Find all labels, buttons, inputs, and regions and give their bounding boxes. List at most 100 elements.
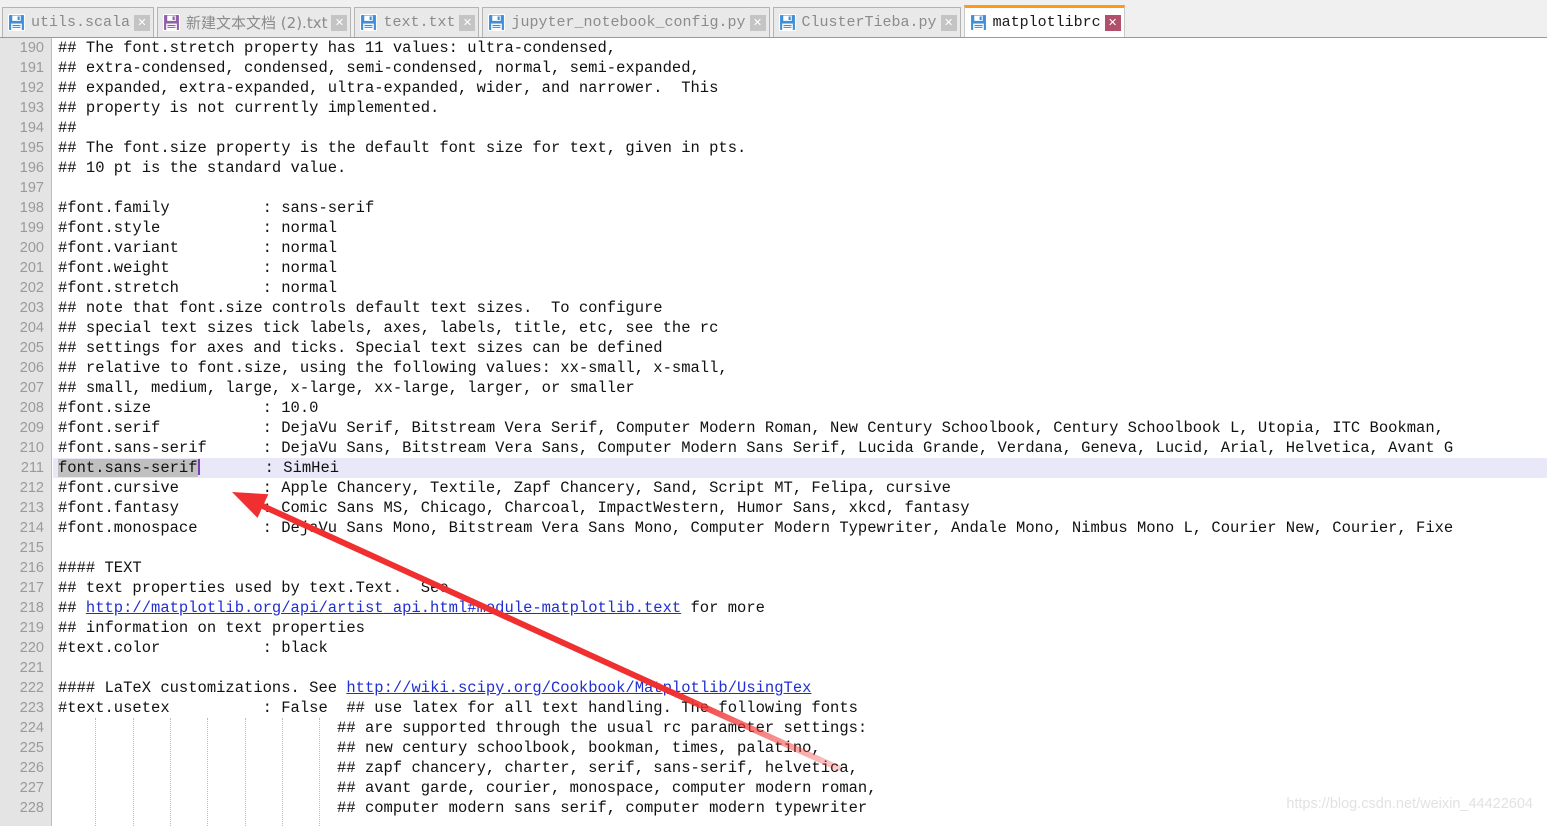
line-number: 224 xyxy=(19,720,44,736)
code-line[interactable]: 216 #### TEXT xyxy=(0,558,1547,578)
close-icon[interactable]: ✕ xyxy=(749,14,766,31)
code-line[interactable]: 208 #font.size : 10.0 xyxy=(0,398,1547,418)
line-text: ## note that font.size controls default … xyxy=(58,299,663,317)
close-icon[interactable]: ✕ xyxy=(459,14,476,31)
line-text: ## information on text properties xyxy=(58,619,365,637)
close-icon[interactable]: ✕ xyxy=(331,14,348,31)
line-text: #font.style : normal xyxy=(58,219,338,237)
line-number: 203 xyxy=(19,300,44,316)
line-number: 204 xyxy=(19,320,44,336)
line-text: #text.usetex : False ## use latex for al… xyxy=(58,699,858,717)
line-number: 195 xyxy=(19,140,44,156)
line-text: #text.color : black xyxy=(58,639,328,657)
floppy-disk-icon xyxy=(163,14,181,31)
code-line[interactable]: 227 ## avant garde, courier, monospace, … xyxy=(0,778,1547,798)
line-number: 226 xyxy=(19,760,44,776)
line-text: ## special text sizes tick labels, axes,… xyxy=(58,319,719,337)
line-number: 191 xyxy=(19,60,44,76)
floppy-disk-icon xyxy=(163,14,181,31)
close-icon[interactable]: ✕ xyxy=(940,14,957,31)
tab-clustertieba-py[interactable]: ClusterTieba.py ✕ xyxy=(772,7,961,37)
line-number: 221 xyxy=(19,660,44,676)
close-icon[interactable]: ✕ xyxy=(1104,14,1121,31)
code-line[interactable]: 215 xyxy=(0,538,1547,558)
code-line[interactable]: 194 ## xyxy=(0,118,1547,138)
code-line[interactable]: 192 ## expanded, extra-expanded, ultra-ex… xyxy=(0,78,1547,98)
line-number: 192 xyxy=(19,80,44,96)
tab-matplotlibrc[interactable]: matplotlibrc ✕ xyxy=(963,5,1125,37)
code-line[interactable]: 220 #text.color : black xyxy=(0,638,1547,658)
line-text: ## http://matplotlib.org/api/artist_api.… xyxy=(58,599,765,617)
code-line[interactable]: 193 ## property is not currently implemen… xyxy=(0,98,1547,118)
floppy-disk-icon xyxy=(8,14,25,31)
code-line[interactable]: 204 ## special text sizes tick labels, ax… xyxy=(0,318,1547,338)
code-line[interactable]: 203 ## note that font.size controls defau… xyxy=(0,298,1547,318)
code-line[interactable]: 197 xyxy=(0,178,1547,198)
code-line[interactable]: 195 ## The font.size property is the defa… xyxy=(0,138,1547,158)
tab-text-txt[interactable]: text.txt ✕ xyxy=(354,7,480,37)
line-number: 217 xyxy=(19,580,44,596)
line-number: 197 xyxy=(19,180,44,196)
line-text: #font.fantasy : Comic Sans MS, Chicago, … xyxy=(58,499,970,517)
line-number: 209 xyxy=(19,420,44,436)
floppy-disk-icon xyxy=(488,14,506,31)
tab-utils-scala[interactable]: utils.scala ✕ xyxy=(2,7,155,37)
code-line[interactable]: 209 #font.serif : DejaVu Serif, Bitstream… xyxy=(0,418,1547,438)
url-link[interactable]: http://wiki.scipy.org/Cookbook/Matplotli… xyxy=(346,679,811,697)
code-line[interactable]: 202 #font.stretch : normal xyxy=(0,278,1547,298)
line-text: ## new century schoolbook, bookman, time… xyxy=(58,739,821,757)
line-text: ## 10 pt is the standard value. xyxy=(58,159,347,177)
tab-cjk-document[interactable]: 新建文本文档 (2).txt ✕ xyxy=(157,7,352,37)
line-text: ## are supported through the usual rc pa… xyxy=(58,719,868,737)
code-line[interactable]: 196 ## 10 pt is the standard value. xyxy=(0,158,1547,178)
code-line[interactable]: 190 ## The font.stretch property has 11 v… xyxy=(0,38,1547,58)
code-line[interactable]: 217 ## text properties used by text.Text.… xyxy=(0,578,1547,598)
code-line[interactable]: 205 ## settings for axes and ticks. Speci… xyxy=(0,338,1547,358)
code-editor[interactable]: 190 ## The font.stretch property has 11 v… xyxy=(0,38,1547,826)
code-line[interactable]: 226 ## zapf chancery, charter, serif, sa… xyxy=(0,758,1547,778)
code-line[interactable]: 212 #font.cursive : Apple Chancery, Texti… xyxy=(0,478,1547,498)
code-line[interactable]: 207 ## small, medium, large, x-large, xx-… xyxy=(0,378,1547,398)
code-line[interactable]: 224 ## are supported through the usual r… xyxy=(0,718,1547,738)
line-text: ## extra-condensed, condensed, semi-cond… xyxy=(58,59,700,77)
line-text: #font.serif : DejaVu Serif, Bitstream Ve… xyxy=(58,419,1444,437)
code-line[interactable]: 221 xyxy=(0,658,1547,678)
code-content[interactable]: 190 ## The font.stretch property has 11 v… xyxy=(0,38,1547,826)
code-line[interactable]: 200 #font.variant : normal xyxy=(0,238,1547,258)
tab-jupyter-notebook-config-py[interactable]: jupyter_notebook_config.py ✕ xyxy=(482,7,770,37)
code-line[interactable]: 211 font.sans-serif : SimHei xyxy=(0,458,1547,478)
code-line[interactable]: 199 #font.style : normal xyxy=(0,218,1547,238)
watermark: https://blog.csdn.net/weixin_44422604 xyxy=(1286,796,1533,812)
line-number: 210 xyxy=(19,440,44,456)
line-number: 218 xyxy=(19,600,44,616)
line-number: 223 xyxy=(19,700,44,716)
code-line[interactable]: 222 #### LaTeX customizations. See http:/… xyxy=(0,678,1547,698)
code-line[interactable]: 213 #font.fantasy : Comic Sans MS, Chicag… xyxy=(0,498,1547,518)
line-number: 215 xyxy=(19,540,44,556)
code-line[interactable]: 225 ## new century schoolbook, bookman, … xyxy=(0,738,1547,758)
tab-label: jupyter_notebook_config.py xyxy=(511,14,746,31)
line-number: 208 xyxy=(19,400,44,416)
code-line[interactable]: 206 ## relative to font.size, using the f… xyxy=(0,358,1547,378)
line-text: ## settings for axes and ticks. Special … xyxy=(58,339,663,357)
tab-label: matplotlibrc xyxy=(992,14,1101,31)
line-number: 193 xyxy=(19,100,44,116)
line-number: 212 xyxy=(19,480,44,496)
close-icon[interactable]: ✕ xyxy=(134,14,151,31)
code-line[interactable]: 218 ## http://matplotlib.org/api/artist_a… xyxy=(0,598,1547,618)
code-line[interactable]: 219 ## information on text properties xyxy=(0,618,1547,638)
line-text: #font.monospace : DejaVu Sans Mono, Bits… xyxy=(58,519,1454,537)
code-line[interactable]: 210 #font.sans-serif : DejaVu Sans, Bitst… xyxy=(0,438,1547,458)
code-line[interactable]: 198 #font.family : sans-serif xyxy=(0,198,1547,218)
line-number: 190 xyxy=(19,40,44,56)
code-line[interactable]: 191 ## extra-condensed, condensed, semi-c… xyxy=(0,58,1547,78)
line-number: 199 xyxy=(19,220,44,236)
floppy-disk-icon xyxy=(778,14,796,31)
code-line[interactable]: 214 #font.monospace : DejaVu Sans Mono, B… xyxy=(0,518,1547,538)
code-line[interactable]: 201 #font.weight : normal xyxy=(0,258,1547,278)
line-number: 206 xyxy=(19,360,44,376)
floppy-disk-icon xyxy=(8,14,25,31)
floppy-disk-icon xyxy=(969,14,987,31)
code-line[interactable]: 223 #text.usetex : False ## use latex for… xyxy=(0,698,1547,718)
url-link[interactable]: http://matplotlib.org/api/artist_api.htm… xyxy=(86,599,681,617)
